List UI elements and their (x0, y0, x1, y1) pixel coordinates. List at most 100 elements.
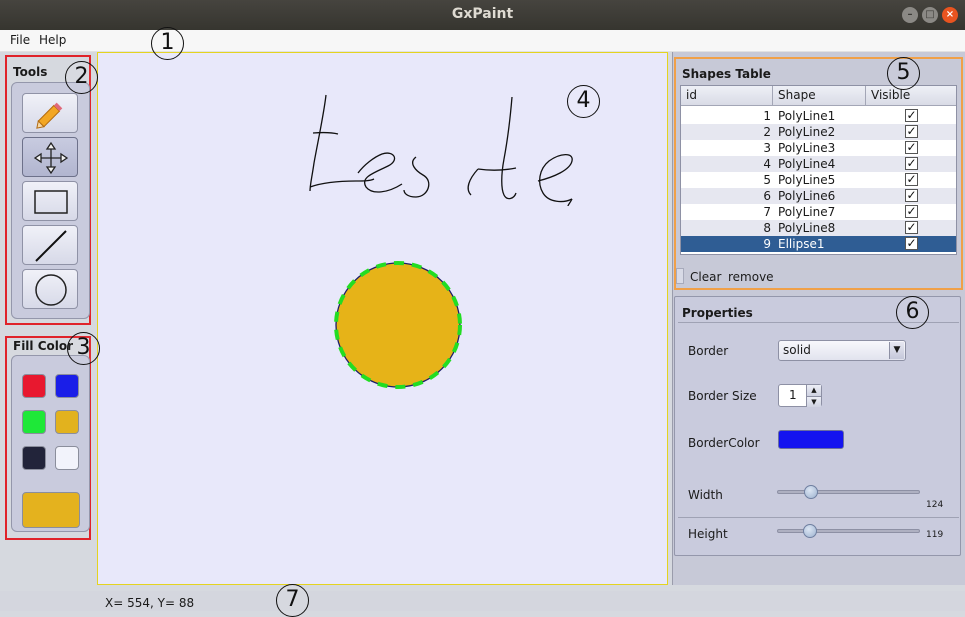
properties-title: Properties (682, 306, 753, 320)
rectangle-icon (34, 190, 68, 214)
row-id: 5 (763, 173, 771, 187)
table-row[interactable]: 8 PolyLine8 ✓ (681, 220, 956, 236)
line-tool-button[interactable] (22, 225, 78, 265)
row-id: 4 (763, 157, 771, 171)
drawing-canvas[interactable] (97, 52, 668, 585)
border-size-spinner[interactable]: 1 ▲ ▼ (778, 384, 822, 407)
ellipse-tool-button[interactable] (22, 269, 78, 309)
width-label: Width (688, 488, 723, 502)
visible-checkbox[interactable]: ✓ (905, 141, 918, 154)
swatch-green[interactable] (22, 410, 46, 434)
clear-button[interactable]: Clear (690, 270, 721, 284)
pencil-tool-button[interactable] (22, 93, 78, 133)
close-button[interactable]: × (942, 7, 958, 23)
swatch-red[interactable] (22, 374, 46, 398)
height-slider-knob[interactable] (802, 524, 817, 538)
shapes-table: id Shape Visible 1 PolyLine1 ✓ 2 PolyLine2 ✓ 3… (680, 85, 957, 255)
visible-checkbox[interactable]: ✓ (905, 205, 918, 218)
minimize-button[interactable]: – (902, 7, 918, 23)
table-row[interactable]: 4 PolyLine4 ✓ (681, 156, 956, 172)
width-slider[interactable] (777, 490, 920, 494)
visible-checkbox[interactable]: ✓ (905, 125, 918, 138)
move-tool-button[interactable] (22, 137, 78, 177)
title-bar: GxPaint – □ × (0, 0, 965, 30)
move-arrows-icon (33, 141, 69, 175)
status-bar: X= 554, Y= 88 (0, 591, 965, 611)
table-row[interactable]: 2 PolyLine2 ✓ (681, 124, 956, 140)
row-id: 1 (763, 109, 771, 123)
border-size-value: 1 (789, 388, 797, 402)
row-id: 3 (763, 141, 771, 155)
visible-checkbox[interactable]: ✓ (905, 189, 918, 202)
rectangle-tool-button[interactable] (22, 181, 78, 221)
width-value: 124 (926, 500, 944, 510)
visible-checkbox[interactable]: ✓ (905, 157, 918, 170)
pencil-icon (36, 102, 63, 129)
height-label: Height (688, 527, 728, 541)
line-icon (35, 230, 67, 262)
height-slider[interactable] (777, 529, 920, 533)
button-edge (676, 268, 684, 284)
row-shape-name: PolyLine1 (778, 108, 866, 124)
visible-checkbox[interactable]: ✓ (905, 109, 918, 122)
row-shape-name: PolyLine5 (778, 172, 866, 188)
annotation-marker-3: 3 (67, 332, 100, 365)
row-id: 6 (763, 189, 771, 203)
table-row[interactable]: 6 PolyLine6 ✓ (681, 188, 956, 204)
annotation-marker-6: 6 (896, 296, 929, 329)
visible-checkbox[interactable]: ✓ (905, 237, 918, 250)
annotation-marker-7: 7 (276, 584, 309, 617)
annotation-marker-4: 4 (567, 85, 600, 118)
freehand-teste-drawing (309, 94, 573, 207)
table-row[interactable]: 9 Ellipse1 ✓ (681, 236, 956, 252)
ellipse-shape[interactable] (334, 261, 462, 389)
visible-checkbox[interactable]: ✓ (905, 173, 918, 186)
spinner-down-icon[interactable]: ▼ (806, 396, 821, 407)
cursor-coordinates: X= 554, Y= 88 (105, 596, 195, 610)
table-row[interactable]: 1 PolyLine1 ✓ (681, 108, 956, 124)
swatch-yellow[interactable] (55, 410, 79, 434)
menu-file[interactable]: File (10, 33, 30, 47)
divider (678, 517, 959, 518)
window-title: GxPaint (451, 6, 514, 22)
fill-color-title: Fill Color (13, 339, 74, 353)
border-style-select[interactable]: solid ▼ (778, 340, 906, 361)
column-header-visible[interactable]: Visible (866, 86, 956, 106)
row-shape-name: PolyLine6 (778, 188, 866, 204)
annotation-marker-1: 1 (151, 27, 184, 60)
row-id: 9 (763, 237, 771, 251)
border-color-label: BorderColor (688, 436, 760, 450)
menu-help[interactable]: Help (39, 33, 66, 47)
annotation-marker-2: 2 (65, 61, 98, 94)
annotation-marker-5: 5 (887, 57, 920, 90)
border-style-value: solid (783, 343, 811, 357)
table-row[interactable]: 7 PolyLine7 ✓ (681, 204, 956, 220)
table-row[interactable]: 3 PolyLine3 ✓ (681, 140, 956, 156)
border-color-button[interactable] (778, 430, 844, 449)
column-header-id[interactable]: id (681, 86, 773, 106)
current-fill-color[interactable] (22, 492, 80, 528)
shapes-table-title: Shapes Table (682, 67, 771, 81)
row-shape-name: PolyLine4 (778, 156, 866, 172)
row-shape-name: PolyLine8 (778, 220, 866, 236)
tools-title: Tools (13, 65, 48, 79)
spinner-up-icon[interactable]: ▲ (806, 385, 821, 396)
menu-bar: File Help (0, 30, 965, 52)
remove-button[interactable]: remove (728, 270, 774, 284)
row-id: 2 (763, 125, 771, 139)
chevron-down-icon: ▼ (889, 342, 904, 359)
row-shape-name: PolyLine2 (778, 124, 866, 140)
column-header-shape[interactable]: Shape (773, 86, 866, 106)
row-shape-name: PolyLine3 (778, 140, 866, 156)
table-row[interactable]: 5 PolyLine5 ✓ (681, 172, 956, 188)
circle-icon (35, 274, 67, 306)
maximize-button[interactable]: □ (922, 7, 938, 23)
border-size-label: Border Size (688, 389, 757, 403)
swatch-dark[interactable] (22, 446, 46, 470)
height-value: 119 (926, 530, 944, 540)
row-shape-name: PolyLine7 (778, 204, 866, 220)
visible-checkbox[interactable]: ✓ (905, 221, 918, 234)
swatch-blue[interactable] (55, 374, 79, 398)
swatch-white[interactable] (55, 446, 79, 470)
row-id: 8 (763, 221, 771, 235)
